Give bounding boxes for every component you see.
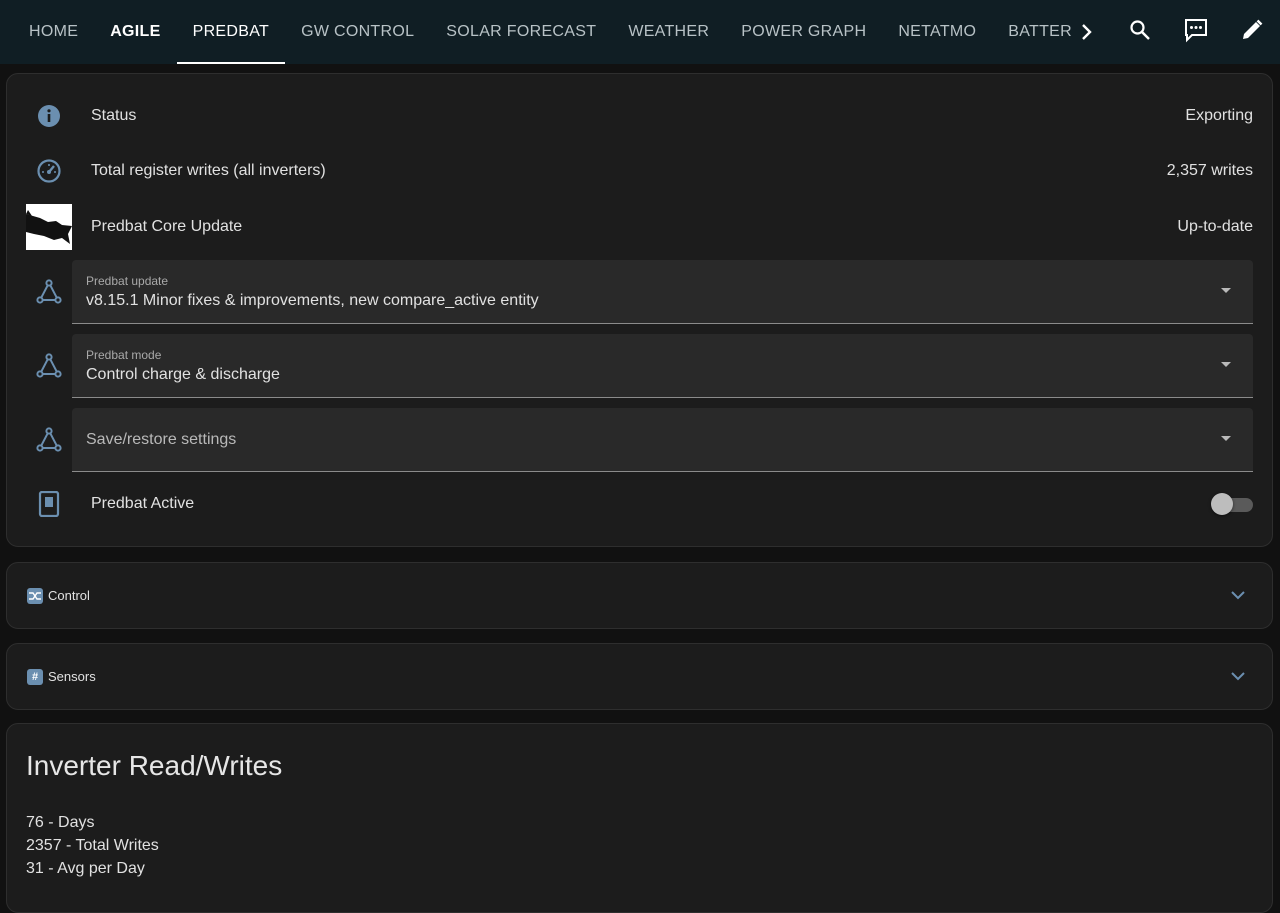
- bat-picture: [26, 204, 72, 250]
- top-app-bar: HOME AGILE PREDBAT GW CONTROL SOLAR FORE…: [0, 0, 1280, 64]
- tab-agile[interactable]: AGILE: [94, 0, 176, 64]
- predbat-mode-value: Control charge & discharge: [86, 366, 280, 383]
- save-restore-placeholder: Save/restore settings: [86, 431, 237, 448]
- core-update-label: Predbat Core Update: [91, 218, 243, 235]
- gauge-icon: [26, 148, 72, 194]
- search-icon: [1128, 18, 1152, 47]
- select-graph-icon: [26, 334, 72, 398]
- shuffle-icon: [27, 587, 43, 604]
- hash-icon: #: [27, 668, 43, 685]
- chevron-down-icon[interactable]: [1230, 587, 1246, 608]
- tab-battery-temperature[interactable]: BATTERY TEMPERATURE: [992, 0, 1072, 64]
- chevron-down-icon[interactable]: [1230, 668, 1246, 689]
- control-fold-title: Control: [48, 588, 90, 603]
- tab-gw-control[interactable]: GW CONTROL: [285, 0, 430, 64]
- tab-predbat[interactable]: PREDBAT: [176, 0, 286, 64]
- predbat-active-label: Predbat Active: [91, 495, 195, 512]
- dropdown-caret-icon[interactable]: [1221, 436, 1231, 441]
- predbat-mode-label: Predbat mode: [86, 348, 162, 362]
- register-writes-value: 2,357 writes: [1166, 162, 1253, 179]
- predbat-update-label: Predbat update: [86, 274, 169, 288]
- predbat-update-value: v8.15.1 Minor fixes & improvements, new …: [86, 292, 539, 309]
- dropdown-caret-icon[interactable]: [1221, 362, 1231, 367]
- sensors-fold-title: Sensors: [48, 669, 96, 684]
- control-fold-card[interactable]: Control: [6, 562, 1273, 629]
- status-label: Status: [91, 107, 137, 124]
- tab-power-graph[interactable]: POWER GRAPH: [725, 0, 882, 64]
- predbat-active-row[interactable]: Predbat Active: [26, 476, 1253, 532]
- edit-pencil-icon: [1240, 18, 1264, 47]
- status-value: Exporting: [1185, 107, 1253, 124]
- select-graph-icon: [26, 260, 72, 324]
- status-row[interactable]: Status Exporting: [26, 88, 1253, 144]
- predbat-entities-card: Status Exporting Total register writes (…: [6, 73, 1273, 547]
- top-actions: [1112, 0, 1280, 64]
- tab-home[interactable]: HOME: [13, 0, 94, 64]
- markdown-line-days: 76 - Days: [26, 814, 95, 831]
- markdown-line-total-writes: 2357 - Total Writes: [26, 837, 159, 854]
- tab-solar-forecast[interactable]: SOLAR FORECAST: [430, 0, 612, 64]
- register-writes-row[interactable]: Total register writes (all inverters) 2,…: [26, 143, 1253, 199]
- core-update-row[interactable]: Predbat Core Update Up-to-date: [26, 199, 1253, 255]
- predbat-update-select[interactable]: Predbat update v8.15.1 Minor fixes & imp…: [72, 260, 1253, 324]
- predbat-active-toggle[interactable]: [1211, 492, 1253, 516]
- assist-message-icon: [1183, 17, 1209, 48]
- dashboard-tabs: HOME AGILE PREDBAT GW CONTROL SOLAR FORE…: [0, 0, 1072, 64]
- information-icon: [26, 93, 72, 139]
- save-restore-select[interactable]: Save/restore settings: [72, 408, 1253, 472]
- markdown-line-avg-per-day: 31 - Avg per Day: [26, 860, 145, 877]
- edit-dashboard-button[interactable]: [1224, 4, 1280, 60]
- dropdown-caret-icon[interactable]: [1221, 288, 1231, 293]
- tab-netatmo[interactable]: NETATMO: [882, 0, 992, 64]
- predbat-mode-select[interactable]: Predbat mode Control charge & discharge: [72, 334, 1253, 398]
- sensors-fold-card[interactable]: # Sensors: [6, 643, 1273, 710]
- switch-device-icon: [26, 481, 72, 527]
- select-graph-icon: [26, 408, 72, 472]
- tab-weather[interactable]: WEATHER: [612, 0, 725, 64]
- markdown-title: Inverter Read/Writes: [26, 750, 283, 781]
- toggle-knob: [1211, 493, 1233, 515]
- register-writes-label: Total register writes (all inverters): [91, 162, 326, 179]
- search-button[interactable]: [1112, 4, 1168, 60]
- inverter-readwrites-card: Inverter Read/Writes 76 - Days 2357 - To…: [6, 723, 1273, 913]
- assist-button[interactable]: [1168, 4, 1224, 60]
- chevron-right-icon[interactable]: [1076, 20, 1098, 44]
- core-update-value: Up-to-date: [1177, 218, 1253, 235]
